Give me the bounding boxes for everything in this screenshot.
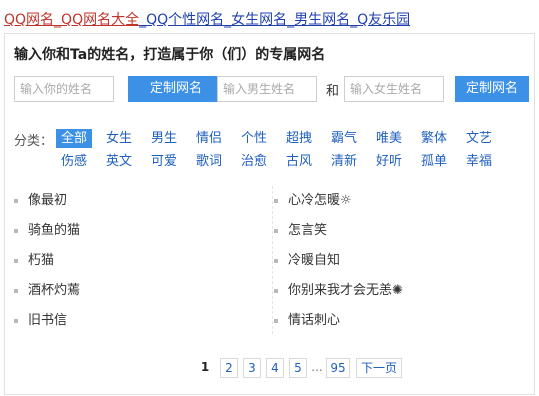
custom-name-button-couple[interactable]: 定制网名 xyxy=(455,76,529,102)
name-text: 你别来我才会无恙✺ xyxy=(288,283,403,298)
category-couple[interactable]: 情侣 xyxy=(191,129,227,148)
female-name-input[interactable] xyxy=(344,76,444,102)
category-all[interactable]: 全部 xyxy=(56,129,92,148)
top-breadcrumb-links: QQ网名_QQ网名大全_QQ个性网名_女生网名_男生网名_Q友乐园 xyxy=(4,9,410,29)
category-personal[interactable]: 个性 xyxy=(236,129,272,148)
list-item[interactable]: 心冷怎暖☼ xyxy=(274,186,514,216)
category-cute[interactable]: 可爱 xyxy=(146,152,182,171)
category-girl[interactable]: 女生 xyxy=(101,129,137,148)
bullet-icon xyxy=(14,199,18,203)
name-text: 骑鱼的猫 xyxy=(28,223,81,238)
next-page-button[interactable]: 下一页 xyxy=(356,358,402,378)
name-text: 酒杯灼蔫 xyxy=(28,283,81,298)
bullet-icon xyxy=(274,319,278,323)
page-link[interactable]: 3 xyxy=(243,358,261,378)
category-ancient[interactable]: 古风 xyxy=(281,152,317,171)
list-item[interactable]: 你别来我才会无恙✺ xyxy=(274,276,514,306)
category-english[interactable]: 英文 xyxy=(101,152,137,171)
category-fresh[interactable]: 清新 xyxy=(326,152,362,171)
category-healing[interactable]: 治愈 xyxy=(236,152,272,171)
bullet-icon xyxy=(274,289,278,293)
and-label: 和 xyxy=(326,84,340,99)
list-item[interactable]: 酒杯灼蔫 xyxy=(14,276,254,306)
page-ellipsis: ... xyxy=(311,360,323,374)
name-text: 冷暖自知 xyxy=(288,253,341,268)
category-label: 分类： xyxy=(14,134,54,149)
bullet-icon xyxy=(14,289,18,293)
category-happy[interactable]: 幸福 xyxy=(461,152,497,171)
list-item[interactable]: 骑鱼的猫 xyxy=(14,216,254,246)
link-qq-names-all[interactable]: _QQ网名大全 xyxy=(54,12,139,28)
name-text: 旧书信 xyxy=(28,313,68,328)
custom-name-form: 定制网名 和 定制网名 xyxy=(14,76,529,102)
bullet-icon xyxy=(274,229,278,233)
male-name-input[interactable] xyxy=(217,76,317,102)
category-sad[interactable]: 伤感 xyxy=(56,152,92,171)
name-text: 情话刺心 xyxy=(288,313,341,328)
names-list-right: 心冷怎暖☼ 怎言笑 冷暖自知 你别来我才会无恙✺ 情话刺心 xyxy=(274,186,514,336)
list-item[interactable]: 朽猫 xyxy=(14,246,254,276)
name-text: 像最初 xyxy=(28,193,68,208)
page-link[interactable]: 5 xyxy=(289,358,307,378)
bullet-icon xyxy=(274,259,278,263)
page-current: 1 xyxy=(200,360,210,374)
page-link[interactable]: 2 xyxy=(220,358,238,378)
link-girl-names[interactable]: _女生网名 xyxy=(224,12,287,28)
list-item[interactable]: 旧书信 xyxy=(14,306,254,336)
list-divider xyxy=(272,186,273,334)
category-literary[interactable]: 文艺 xyxy=(461,129,497,148)
category-cool[interactable]: 超拽 xyxy=(281,129,317,148)
name-generator-panel: 输入你和Ta的姓名，打造属于你（们）的专属网名 定制网名 和 定制网名 分类： … xyxy=(4,33,535,395)
list-item[interactable]: 怎言笑 xyxy=(274,216,514,246)
custom-name-button-single[interactable]: 定制网名 xyxy=(128,76,224,102)
panel-headline: 输入你和Ta的姓名，打造属于你（们）的专属网名 xyxy=(14,47,326,63)
category-lonely[interactable]: 孤单 xyxy=(416,152,452,171)
name-text: 心冷怎暖☼ xyxy=(288,193,352,208)
link-qq-names[interactable]: QQ网名 xyxy=(4,12,54,28)
link-boy-names[interactable]: _男生网名 xyxy=(287,12,350,28)
bullet-icon xyxy=(14,229,18,233)
bullet-icon xyxy=(14,259,18,263)
your-name-input[interactable] xyxy=(14,76,114,102)
category-boy[interactable]: 男生 xyxy=(146,129,182,148)
link-qq-personal-names[interactable]: _QQ个性网名 xyxy=(139,12,224,28)
category-traditional[interactable]: 繁体 xyxy=(416,129,452,148)
list-item[interactable]: 情话刺心 xyxy=(274,306,514,336)
bullet-icon xyxy=(14,319,18,323)
category-domineering[interactable]: 霸气 xyxy=(326,129,362,148)
names-list-left: 像最初 骑鱼的猫 朽猫 酒杯灼蔫 旧书信 xyxy=(14,186,254,336)
category-nice[interactable]: 好听 xyxy=(371,152,407,171)
category-lyrics[interactable]: 歌词 xyxy=(191,152,227,171)
page-link-last[interactable]: 95 xyxy=(326,358,350,378)
name-text: 怎言笑 xyxy=(288,223,328,238)
page-link[interactable]: 4 xyxy=(266,358,284,378)
category-beautiful[interactable]: 唯美 xyxy=(371,129,407,148)
bullet-icon xyxy=(274,199,278,203)
list-item[interactable]: 像最初 xyxy=(14,186,254,216)
name-text: 朽猫 xyxy=(28,253,55,268)
link-q-friends[interactable]: _Q友乐园 xyxy=(350,12,410,28)
list-item[interactable]: 冷暖自知 xyxy=(274,246,514,276)
